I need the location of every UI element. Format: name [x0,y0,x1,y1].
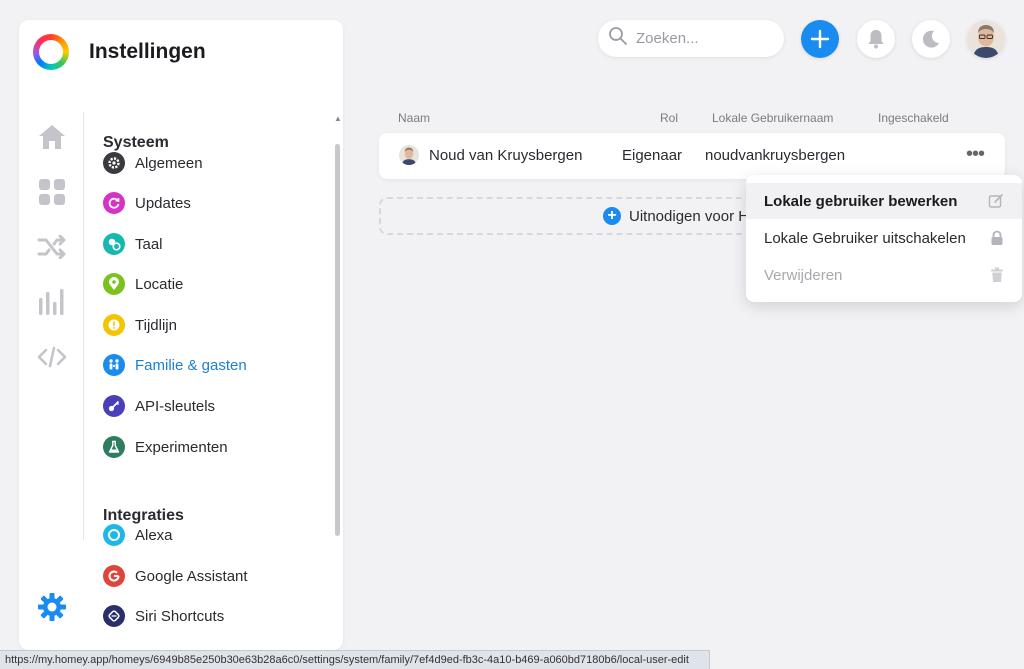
search-box[interactable] [598,20,784,57]
menu-item-label: Taal [135,235,163,253]
invite-label: Uitnodigen voor H [629,207,750,225]
menu-item-label: Tijdlijn [135,316,177,334]
menu-item-label: Algemeen [135,154,203,172]
gear-icon [103,152,125,174]
user-role: Eigenaar [622,147,683,164]
menu-item-label: Locatie [135,275,184,293]
column-header-username: Lokale Gebruikernaam [712,111,834,125]
menu-item-alexa[interactable]: Alexa [103,521,323,549]
menu-item-label: Google Assistant [135,567,248,585]
scroll-up-arrow-icon[interactable]: ▲ [334,114,342,123]
menu-item-edit-local-user[interactable]: Lokale gebruiker bewerken [746,183,1022,219]
search-input[interactable] [636,30,776,47]
alert-icon [103,314,125,336]
menu-item-familie-gasten[interactable]: Familie & gasten [103,351,323,379]
menu-item-tijdlijn[interactable]: Tijdlijn [103,311,323,339]
menu-item-experimenten[interactable]: Experimenten [103,433,323,461]
user-name: Noud van Kruysbergen [429,147,583,164]
column-header-rol: Rol [660,111,679,125]
lock-icon [990,230,1004,251]
google-icon [103,565,125,587]
more-options-icon[interactable]: ••• [966,143,985,166]
menu-item-updates[interactable]: Updates [103,189,323,217]
menu-item-siri-shortcuts[interactable]: Siri Shortcuts [103,602,323,630]
code-icon[interactable] [37,342,67,372]
menu-item-algemeen[interactable]: Algemeen [103,149,323,177]
location-pin-icon [103,273,125,295]
menu-item-label: Lokale Gebruiker uitschakelen [764,229,966,247]
menu-item-label: Alexa [135,526,173,544]
translate-icon [103,233,125,255]
menu-item-google-assistant[interactable]: Google Assistant [103,562,323,590]
menu-item-taal[interactable]: Taal [103,230,323,258]
browser-status-bar: https://my.homey.app/homeys/6949b85e250b… [0,650,710,669]
settings-gear-icon[interactable] [37,592,67,622]
search-icon [608,26,628,51]
context-menu: Lokale gebruiker bewerken Lokale Gebruik… [746,175,1022,302]
trash-icon [990,267,1004,288]
siri-icon [103,605,125,627]
menu-item-disable-local-user[interactable]: Lokale Gebruiker uitschakelen [746,220,1022,256]
menu-item-label: API-sleutels [135,397,216,415]
add-button[interactable] [801,20,839,58]
family-icon [103,354,125,376]
menu-item-label: Verwijderen [764,266,843,284]
menu-item-label: Familie & gasten [135,356,247,374]
invite-button[interactable]: + Uitnodigen voor H [379,197,779,235]
moon-icon [922,30,939,48]
table-row[interactable]: Noud van Kruysbergen Eigenaar noudvankru… [379,133,1005,179]
user-avatar[interactable] [967,20,1005,58]
column-header-naam: Naam [398,111,431,125]
scrollbar-thumb[interactable] [335,144,340,536]
menu-item-locatie[interactable]: Locatie [103,270,323,298]
menu-item-label: Experimenten [135,438,228,456]
plus-icon [810,29,830,49]
refresh-icon [103,192,125,214]
column-header-ingeschakeld: Ingeschakeld [878,111,949,125]
menu-item-label: Updates [135,194,191,212]
settings-panel: Instellingen Systeem Algemeen Updates Ta… [19,20,343,650]
row-avatar [399,145,419,165]
notifications-button[interactable] [857,20,895,58]
homey-logo-icon [33,34,69,70]
user-username: noudvankruysbergen [705,147,846,164]
bell-icon [868,30,884,49]
plus-circle-icon: + [603,207,621,225]
settings-menu: Systeem Algemeen Updates Taal Locatie Ti… [103,110,333,650]
key-icon [103,395,125,417]
menu-item-label: Siri Shortcuts [135,607,225,625]
alexa-icon [103,524,125,546]
home-icon[interactable] [37,122,67,152]
grid-icon[interactable] [37,177,67,207]
menu-item-delete[interactable]: Verwijderen [746,257,1022,293]
bar-chart-icon[interactable] [37,287,67,317]
icon-rail [19,110,83,650]
menu-item-api-sleutels[interactable]: API-sleutels [103,392,323,420]
panel-title: Instellingen [89,40,206,63]
dark-mode-button[interactable] [912,20,950,58]
menu-item-label: Lokale gebruiker bewerken [764,192,958,210]
shuffle-icon[interactable] [37,232,67,262]
edit-icon [988,193,1004,214]
rail-divider [83,112,84,540]
flask-icon [103,436,125,458]
